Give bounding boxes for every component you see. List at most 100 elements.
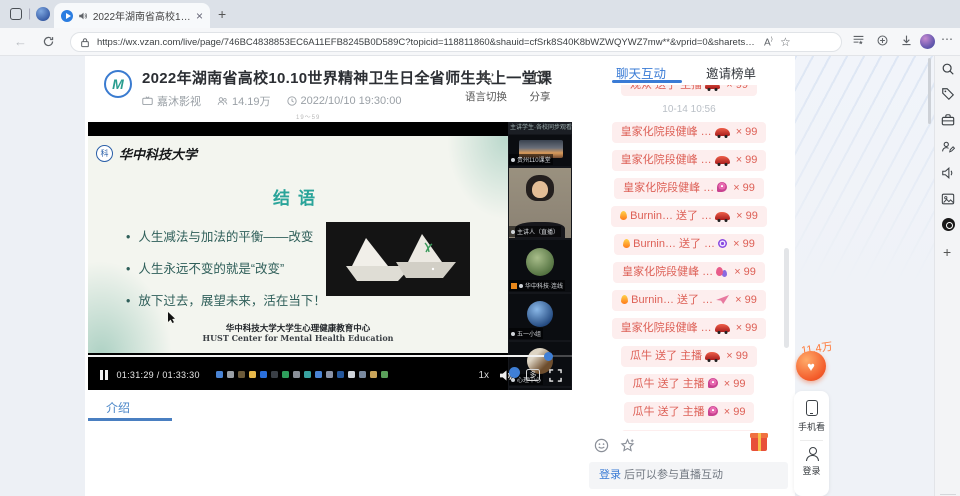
video-player[interactable]: 科 华中科技大学 结语 人生减法与加法的平衡——改变 人生永远不变的就是“改变”… bbox=[88, 122, 572, 390]
new-tab-button[interactable]: + bbox=[218, 6, 226, 22]
magic-star-icon[interactable] bbox=[620, 438, 635, 453]
url-text[interactable]: https://wx.vzan.com/live/page/746BC48388… bbox=[97, 37, 757, 48]
share-button[interactable]: 分享 bbox=[516, 68, 564, 104]
gift-action: 送了 主播 bbox=[655, 378, 705, 390]
person-icon bbox=[519, 284, 523, 288]
gift-sender: 皇家化院段健峰 … bbox=[621, 126, 712, 138]
emoji-icon[interactable] bbox=[594, 438, 609, 453]
leaf-decoration bbox=[442, 136, 508, 226]
gift-message: 瓜牛 送了 主播 × 99 bbox=[621, 346, 757, 367]
browser-profile-avatar[interactable] bbox=[920, 34, 935, 49]
gift-sender: 瓜牛 bbox=[630, 350, 652, 362]
watch-on-phone-label[interactable]: 手机看 bbox=[794, 420, 829, 433]
tab-close-icon[interactable]: × bbox=[196, 10, 203, 22]
gift-message: 皇家化院段健峰 … × 99 bbox=[612, 122, 767, 143]
participant-thumb[interactable]: 五一小组 bbox=[509, 294, 571, 340]
channel-logo: M bbox=[104, 70, 132, 98]
page-security-icon[interactable] bbox=[80, 37, 90, 48]
chat-message-list[interactable]: 观众 送了 主播 × 9910-14 10:56皇家化院段健峰 … × 99皇家… bbox=[593, 85, 785, 431]
progress-knob[interactable] bbox=[544, 352, 553, 361]
workspace-avatar-icon[interactable] bbox=[36, 7, 50, 21]
divider: | bbox=[28, 6, 31, 20]
tab-actions-icon[interactable] bbox=[10, 8, 22, 20]
person-icon bbox=[511, 332, 515, 336]
gift-message: Burnin… 送了 … × 99 bbox=[612, 290, 766, 311]
participant-thumb-speaker[interactable]: 主讲人（直播） bbox=[509, 168, 571, 238]
participant-label: 贵州110课堂 bbox=[509, 154, 553, 165]
login-link[interactable]: 登录 bbox=[599, 469, 621, 481]
gift-count: × 99 bbox=[733, 126, 758, 138]
sidebar-image-translate-icon[interactable] bbox=[941, 192, 955, 206]
gift-count: × 99 bbox=[733, 322, 758, 334]
extensions-icon[interactable] bbox=[876, 34, 889, 47]
session-watermark: 19～59 bbox=[296, 112, 320, 121]
sidebar-search-icon[interactable] bbox=[941, 62, 955, 76]
downloads-icon[interactable] bbox=[900, 34, 913, 47]
participant-thumb[interactable] bbox=[509, 388, 571, 390]
tab-invite-ranking[interactable]: 邀请榜单 bbox=[706, 63, 756, 82]
gift-action: 送了 主播 bbox=[652, 350, 702, 362]
car-gift-icon bbox=[715, 156, 730, 164]
paper-boats-image bbox=[326, 222, 470, 296]
viewers-icon bbox=[217, 96, 228, 106]
sidebar-speaker-icon[interactable] bbox=[941, 166, 955, 180]
gift-action: 送了 主播 bbox=[652, 85, 702, 91]
url-field[interactable]: https://wx.vzan.com/live/page/746BC48388… bbox=[70, 32, 842, 52]
browser-menu-icon[interactable]: ⋯ bbox=[941, 32, 953, 46]
gift-message: 瓜牛 送了 主播 × 99 bbox=[624, 374, 755, 395]
gift-count: × 99 bbox=[731, 266, 756, 278]
participant-thumb[interactable]: 贵州110课堂 bbox=[509, 135, 571, 166]
tab-audio-icon[interactable] bbox=[78, 11, 88, 21]
gift-action: 送了 … bbox=[676, 238, 715, 250]
collections-icon[interactable] bbox=[852, 34, 865, 47]
car-gift-icon bbox=[705, 85, 720, 89]
gift-count: × 99 bbox=[730, 238, 755, 250]
sidebar-office-icon[interactable] bbox=[941, 140, 955, 154]
fullscreen-button[interactable] bbox=[549, 369, 562, 382]
chat-scrollbar[interactable] bbox=[784, 248, 789, 348]
refresh-icon[interactable] bbox=[42, 35, 55, 48]
progress-bar[interactable] bbox=[88, 355, 572, 357]
flame-icon bbox=[623, 239, 630, 248]
phone-icon[interactable] bbox=[806, 400, 818, 416]
read-aloud-icon[interactable]: A⟩ bbox=[764, 36, 773, 48]
date-divider: 10-14 10:56 bbox=[593, 104, 785, 115]
gift-sender: 瓜牛 bbox=[633, 406, 655, 418]
gift-count: × 99 bbox=[733, 210, 758, 222]
progress-played bbox=[88, 355, 548, 357]
university-logo: 科 bbox=[96, 145, 113, 162]
plane-gift-icon bbox=[716, 295, 729, 304]
like-heart-button[interactable]: ♥ bbox=[796, 351, 826, 381]
volume-knob[interactable] bbox=[509, 367, 520, 378]
sidebar-shopping-tag-icon[interactable] bbox=[941, 87, 955, 101]
flame-icon bbox=[620, 211, 627, 220]
car-gift-icon bbox=[715, 324, 730, 332]
pause-button[interactable] bbox=[100, 370, 108, 380]
gift-sender: Burnin… bbox=[631, 294, 674, 306]
gift-message: 瓜牛 送了 主播 × 99 bbox=[621, 430, 757, 431]
chat-login-input[interactable]: 登录后可以参与直播互动 bbox=[589, 462, 788, 489]
mouse-cursor bbox=[168, 312, 176, 324]
heart-icon: ♥ bbox=[807, 359, 815, 374]
sidebar-add-icon[interactable]: + bbox=[943, 244, 951, 260]
gift-message: 皇家化院段健峰 … × 99 bbox=[612, 150, 767, 171]
gift-count: × 99 bbox=[723, 350, 748, 362]
participant-thumb[interactable]: 华中科技·连线 bbox=[509, 240, 571, 292]
gift-button[interactable] bbox=[751, 436, 767, 451]
danmu-toggle[interactable]: 多 bbox=[526, 369, 540, 381]
favorite-star-icon[interactable]: ☆ bbox=[780, 35, 791, 49]
translate-icon: A bbox=[462, 68, 510, 86]
sidebar-extension-avatar[interactable] bbox=[942, 218, 955, 231]
login-person-icon[interactable] bbox=[805, 447, 819, 461]
playback-speed[interactable]: 1x bbox=[478, 370, 489, 381]
browser-tab[interactable]: 2022年湖南省高校10.10世界 × bbox=[54, 3, 210, 28]
language-switch-button[interactable]: A 语言切换 bbox=[462, 68, 510, 104]
gift-count: × 99 bbox=[723, 85, 748, 91]
flower-gift-icon bbox=[708, 406, 718, 416]
login-label[interactable]: 登录 bbox=[794, 464, 829, 477]
sidebar-tools-icon[interactable] bbox=[941, 113, 955, 127]
tab-intro[interactable]: 介绍 bbox=[106, 399, 130, 416]
page-scrollbar[interactable] bbox=[928, 58, 931, 124]
participants-note: 主讲学生·各校同步观看中 bbox=[508, 122, 572, 134]
back-icon[interactable]: ← bbox=[14, 34, 27, 49]
